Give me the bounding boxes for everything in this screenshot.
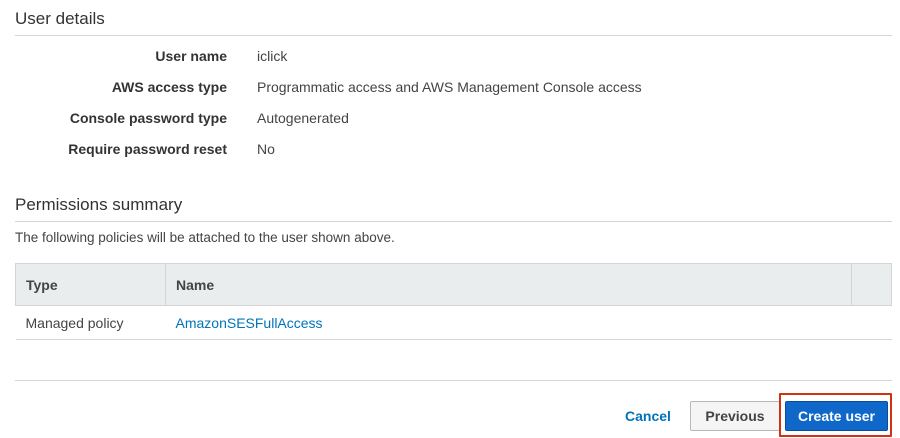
detail-value-user-name: iclick [257,48,288,64]
detail-value-access-type: Programmatic access and AWS Management C… [257,79,642,95]
column-header-spacer [851,263,892,306]
permissions-summary-title: Permissions summary [15,195,183,214]
column-header-name[interactable]: Name [165,263,852,306]
policy-spacer-cell [851,305,892,340]
detail-value-password-type: Autogenerated [257,110,349,126]
table-header-row: Type Name [15,263,892,306]
permissions-intro-text: The following policies will be attached … [15,230,395,245]
detail-value-password-reset: No [257,141,275,157]
detail-label-password-reset: Require password reset [68,141,227,157]
previous-button[interactable]: Previous [690,401,780,431]
table-row: Managed policy AmazonSESFullAccess [15,305,892,340]
footer-divider [15,380,892,381]
policy-table: Type Name Managed policy AmazonSESFullAc… [15,263,892,340]
policy-type-cell: Managed policy [15,305,166,340]
review-page: User details User name iclick AWS access… [0,0,900,438]
detail-label-access-type: AWS access type [111,79,227,95]
create-user-button[interactable]: Create user [785,401,888,431]
policy-link[interactable]: AmazonSESFullAccess [176,315,323,331]
user-details-title: User details [15,9,105,28]
policy-name-cell: AmazonSESFullAccess [165,305,852,340]
cancel-button[interactable]: Cancel [614,401,682,431]
user-details-divider [15,35,892,36]
permissions-divider [15,221,892,222]
column-header-type[interactable]: Type [15,263,166,306]
detail-label-user-name: User name [155,48,227,64]
detail-label-password-type: Console password type [69,110,227,126]
